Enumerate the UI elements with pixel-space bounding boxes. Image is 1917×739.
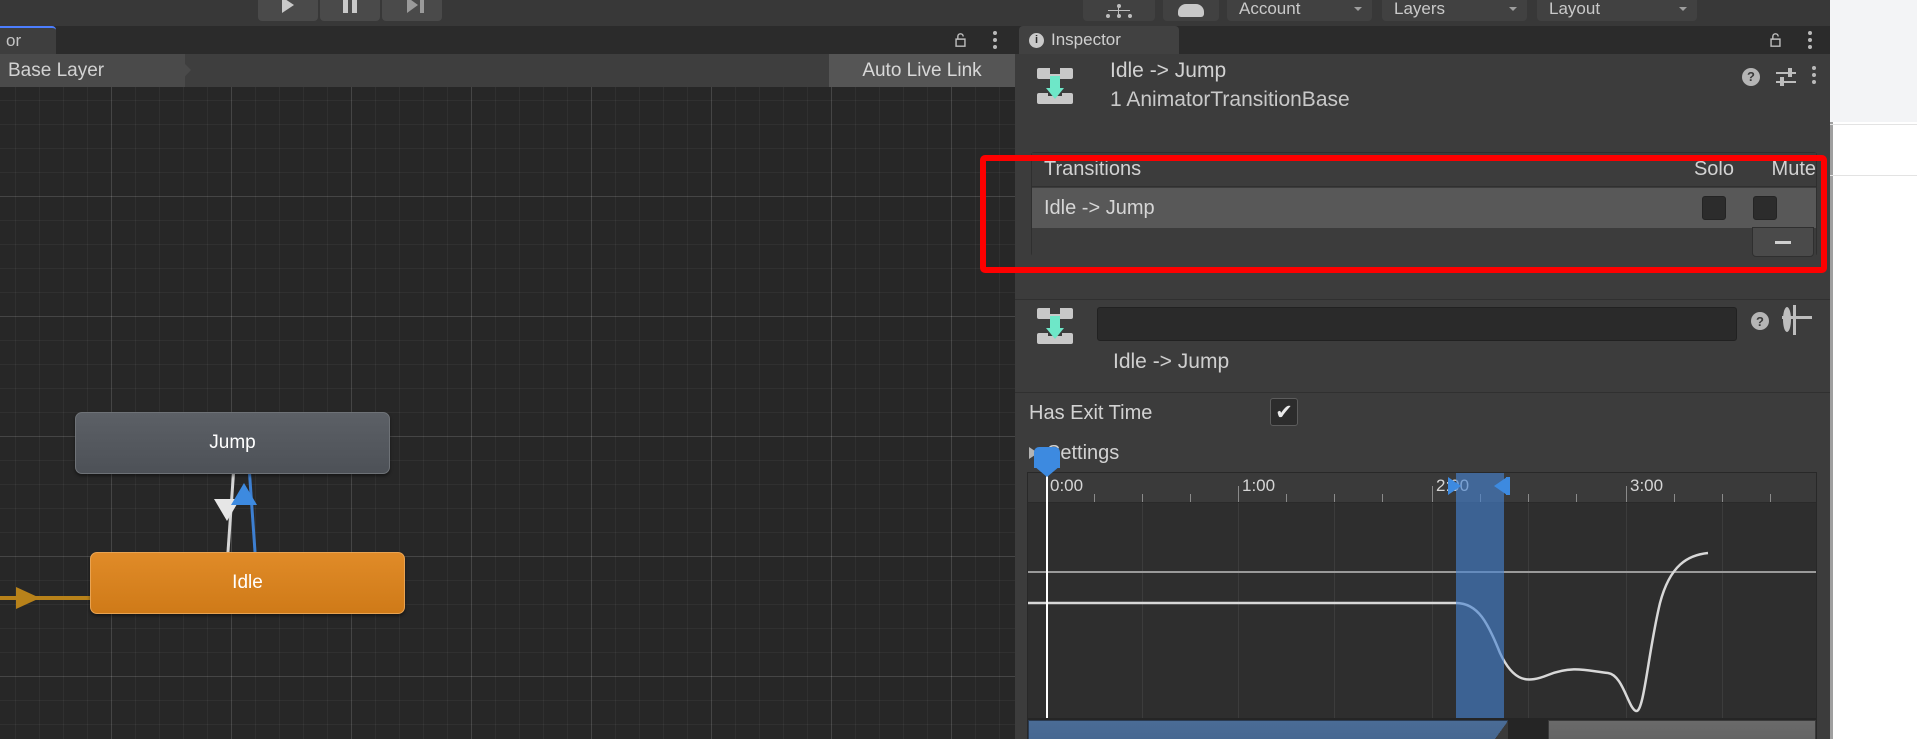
lock-icon[interactable] [1767,32,1784,48]
animator-menu-icon[interactable] [993,31,997,52]
inspector-context-menu-icon[interactable] [1812,66,1816,87]
transition-sub-label: Idle -> Jump [1113,350,1230,373]
settings-gear-icon[interactable] [1783,307,1803,332]
state-bar-target[interactable]: Idle [1548,720,1816,739]
inspector-window: i Inspector Idle -> Jump 1 AnimatorTrans… [1015,26,1830,739]
auto-live-link-button[interactable]: Auto Live Link [829,54,1015,87]
state-node-jump-label: Jump [209,432,256,453]
transition-duration-selection[interactable] [1456,473,1504,718]
tab-animator-label: or [6,31,22,50]
inspector-object-name: Idle -> Jump [1110,59,1227,82]
solo-checkbox[interactable] [1702,196,1726,220]
auto-live-link-label: Auto Live Link [862,59,982,81]
checkmark-icon: ✔ [1275,400,1293,424]
state-node-idle[interactable]: Idle [90,552,405,614]
minus-icon [1775,240,1791,244]
inspector-menu-icon[interactable] [1808,31,1812,52]
play-button[interactable] [258,0,318,21]
state-node-idle-label: Idle [232,572,263,593]
transitions-list-box: Transitions Solo Mute Idle -> Jump [1031,152,1817,257]
transition-object-row: ? Idle -> Jump [1027,304,1817,374]
transitions-section: Transitions Solo Mute Idle -> Jump [1027,144,1817,264]
cloud-icon [1178,4,1204,17]
account-dropdown[interactable]: Account [1227,0,1372,21]
inspector-tabbar: i Inspector [1015,26,1830,54]
layout-dropdown[interactable]: Layout [1537,0,1697,21]
animator-tabbar: or [0,26,1015,54]
transition-row-label: Idle -> Jump [1044,196,1155,219]
unity-main-toolbar: Account Layers Layout [0,0,1830,26]
has-exit-time-label: Has Exit Time [1029,402,1153,424]
account-label: Account [1239,0,1301,18]
animator-state-graph[interactable]: Jump Idle [0,87,1015,739]
transitions-mute-header: Mute [1771,158,1816,180]
divider [1015,392,1830,393]
transition-start-marker[interactable] [1448,477,1461,495]
screen-root: Account Layers Layout or Base Layer Auto… [0,0,1917,739]
animator-window: or Base Layer Auto Live Link Jump Idle [0,26,1015,739]
animator-transition-icon [1037,308,1073,344]
layers-label: Layers [1394,0,1446,18]
info-icon: i [1029,32,1044,48]
entry-transition-line [0,596,96,600]
chevron-down-icon [1679,7,1687,11]
transition-timeline[interactable]: 0:00 1:00 2:00 3:00 [1027,447,1817,739]
lock-icon[interactable] [952,32,969,48]
pause-button[interactable] [320,0,380,21]
animator-transition-icon [1037,68,1073,104]
document-header-band [1830,0,1917,122]
collab-button[interactable] [1083,0,1155,21]
cloud-button[interactable] [1163,0,1219,21]
timeline-playhead[interactable] [1034,447,1060,718]
network-icon [1106,4,1132,18]
play-icon [282,0,294,13]
timeline-ruler[interactable]: 0:00 1:00 2:00 3:00 [1028,473,1816,503]
timeline-body [1028,447,1816,718]
state-bar-source[interactable]: Idle [1028,720,1508,739]
pause-icon [343,0,357,13]
transition-name-field[interactable] [1097,307,1737,341]
transitions-list-footer [1032,227,1816,257]
help-icon[interactable]: ? [1751,312,1769,330]
background-document-area [1830,0,1917,739]
has-exit-time-row: Has Exit Time ✔ [1015,398,1830,434]
inspector-header: Idle -> Jump 1 AnimatorTransitionBase ? [1015,54,1830,122]
transition-end-bar[interactable] [1506,477,1510,495]
chevron-down-icon [1354,7,1362,11]
transitions-solo-header: Solo [1693,158,1734,180]
playhead-handle[interactable] [1034,447,1060,477]
mute-checkbox[interactable] [1753,196,1777,220]
tab-inspector[interactable]: i Inspector [1019,26,1179,54]
timeline-state-bars: Idle Idle [1028,718,1816,739]
preset-icon[interactable] [1776,67,1796,86]
transition-arrow-up-icon [231,483,257,505]
step-icon [406,0,424,13]
tab-inspector-label: Inspector [1051,30,1121,49]
transitions-title: Transitions [1044,158,1142,180]
transitions-list-header: Transitions Solo Mute [1032,153,1816,187]
timeline-tick-label: 0:00 [1050,476,1084,495]
transitions-list-row[interactable]: Idle -> Jump [1032,188,1816,228]
timeline-tick-label: 3:00 [1630,476,1664,495]
timeline-tick-label: 1:00 [1242,476,1276,495]
inspector-object-type: 1 AnimatorTransitionBase [1110,88,1350,111]
layout-label: Layout [1549,0,1601,18]
remove-transition-button[interactable] [1752,227,1814,257]
breadcrumb-base-layer[interactable]: Base Layer [0,54,185,87]
settings-foldout[interactable]: Settings [1015,436,1830,470]
state-node-jump[interactable]: Jump [75,412,390,474]
step-button[interactable] [382,0,442,21]
tab-animator[interactable]: or [0,26,56,54]
divider [1015,299,1830,300]
breadcrumb-arrow-icon [175,54,191,87]
entry-transition-arrow-icon [16,587,40,609]
chevron-down-icon [1509,7,1517,11]
transition-curve [1028,551,1709,713]
has-exit-time-checkbox[interactable]: ✔ [1270,398,1298,426]
breadcrumb-label: Base Layer [8,59,105,81]
animator-breadcrumb-bar: Base Layer Auto Live Link [0,54,1015,87]
help-icon[interactable]: ? [1742,67,1760,86]
layers-dropdown[interactable]: Layers [1382,0,1527,21]
